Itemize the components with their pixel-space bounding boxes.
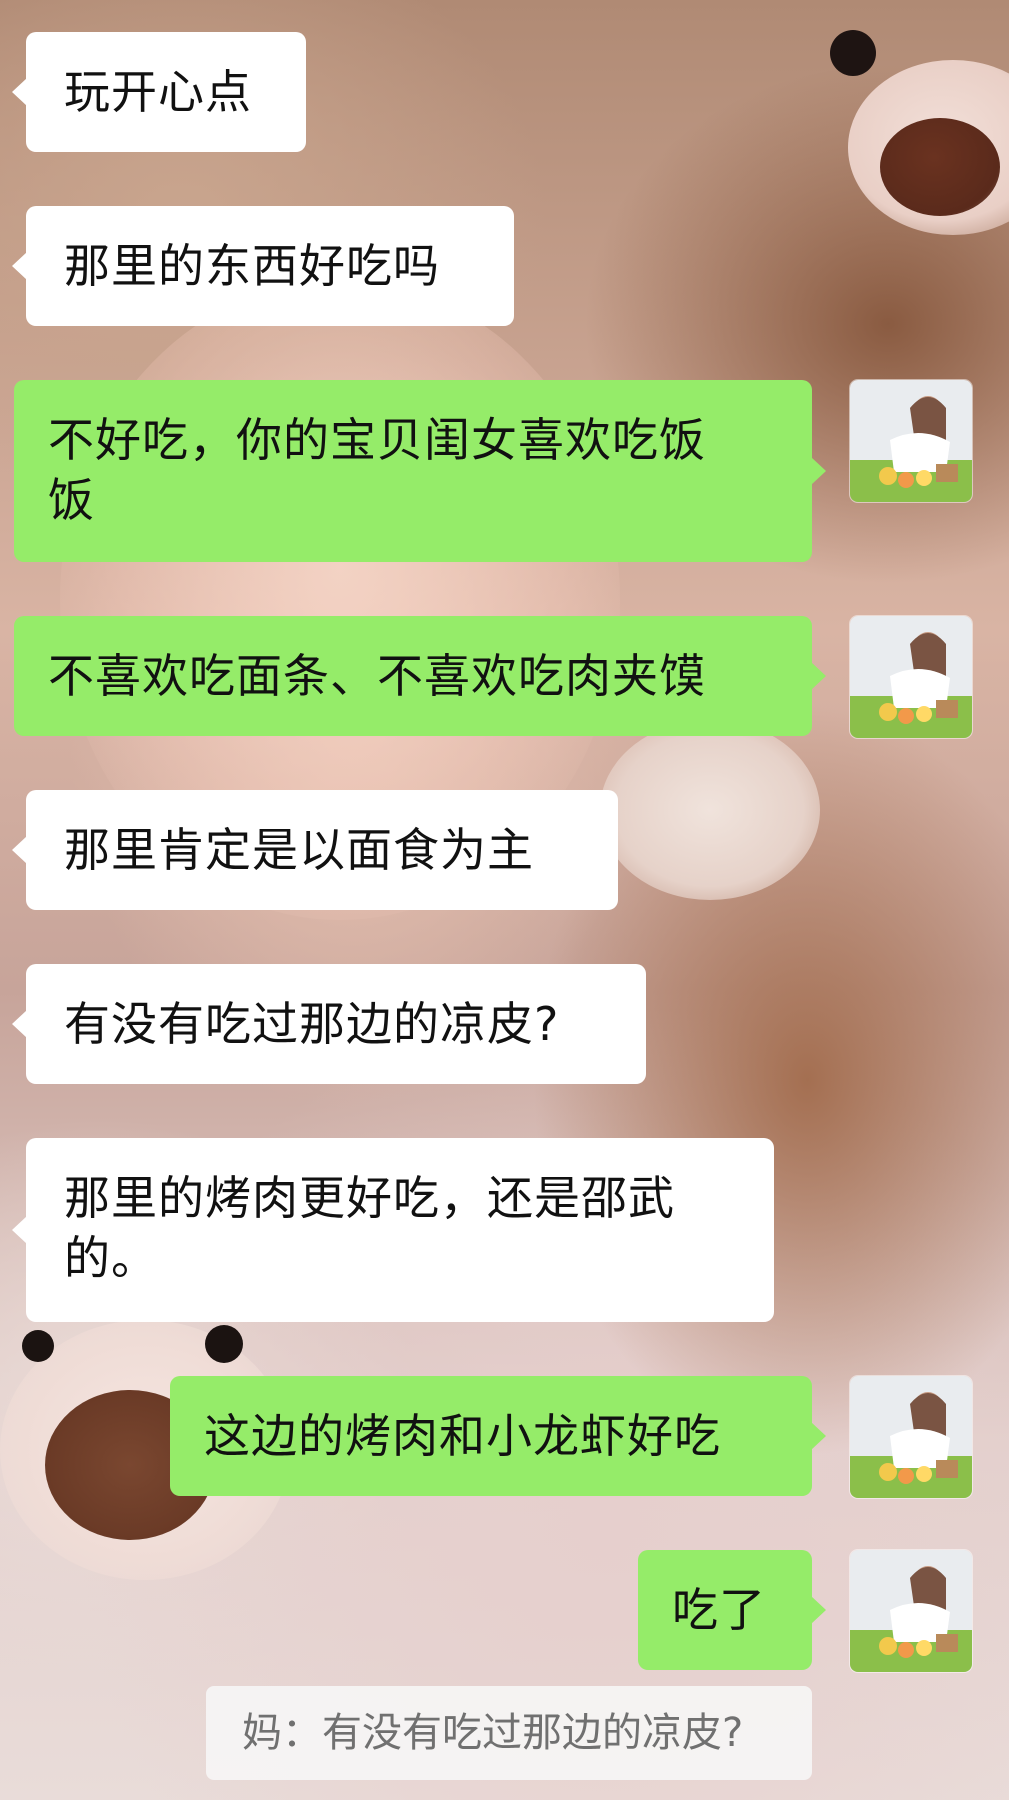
- message-text: 那里的东西好吃吗: [64, 239, 440, 293]
- outgoing-message-bubble[interactable]: 不喜欢吃面条、不喜欢吃肉夹馍: [14, 616, 826, 736]
- outgoing-message-bubble[interactable]: 这边的烤肉和小龙虾好吃: [170, 1376, 826, 1496]
- incoming-message-bubble[interactable]: 玩开心点: [12, 32, 306, 152]
- self-avatar[interactable]: [850, 1376, 972, 1498]
- user-avatar-photo-icon: [850, 1550, 972, 1672]
- message-text: 不好吃，你的宝贝闺女喜欢吃饭 饭: [48, 413, 706, 527]
- outgoing-message-bubble[interactable]: 吃了: [638, 1550, 826, 1670]
- chat-message-list[interactable]: 玩开心点 那里的东西好吃吗 不好吃，你的宝贝闺女喜欢吃饭 饭 不喜欢吃面条、不喜…: [0, 0, 1009, 1800]
- message-text: 不喜欢吃面条、不喜欢吃肉夹馍: [48, 649, 706, 703]
- message-text: 这边的烤肉和小龙虾好吃: [204, 1409, 721, 1463]
- incoming-message-bubble[interactable]: 那里的东西好吃吗: [12, 206, 514, 326]
- incoming-message-bubble[interactable]: 那里的烤肉更好吃，还是邵武 的。: [12, 1138, 774, 1322]
- outgoing-message-bubble[interactable]: 不好吃，你的宝贝闺女喜欢吃饭 饭: [14, 380, 826, 562]
- message-text: 玩开心点: [64, 65, 252, 119]
- quoted-reply[interactable]: 妈：有没有吃过那边的凉皮?: [206, 1686, 812, 1780]
- message-text: 那里肯定是以面食为主: [64, 823, 534, 877]
- incoming-message-bubble[interactable]: 那里肯定是以面食为主: [12, 790, 618, 910]
- user-avatar-photo-icon: [850, 616, 972, 738]
- message-text: 吃了: [672, 1583, 766, 1637]
- message-text: 那里的烤肉更好吃，还是邵武 的。: [64, 1171, 675, 1285]
- self-avatar[interactable]: [850, 1550, 972, 1672]
- self-avatar[interactable]: [850, 616, 972, 738]
- quoted-reply-text: 妈：有没有吃过那边的凉皮?: [242, 1710, 744, 1756]
- user-avatar-photo-icon: [850, 1376, 972, 1498]
- user-avatar-photo-icon: [850, 380, 972, 502]
- incoming-message-bubble[interactable]: 有没有吃过那边的凉皮?: [12, 964, 646, 1084]
- message-text: 有没有吃过那边的凉皮?: [64, 997, 560, 1051]
- self-avatar[interactable]: [850, 380, 972, 502]
